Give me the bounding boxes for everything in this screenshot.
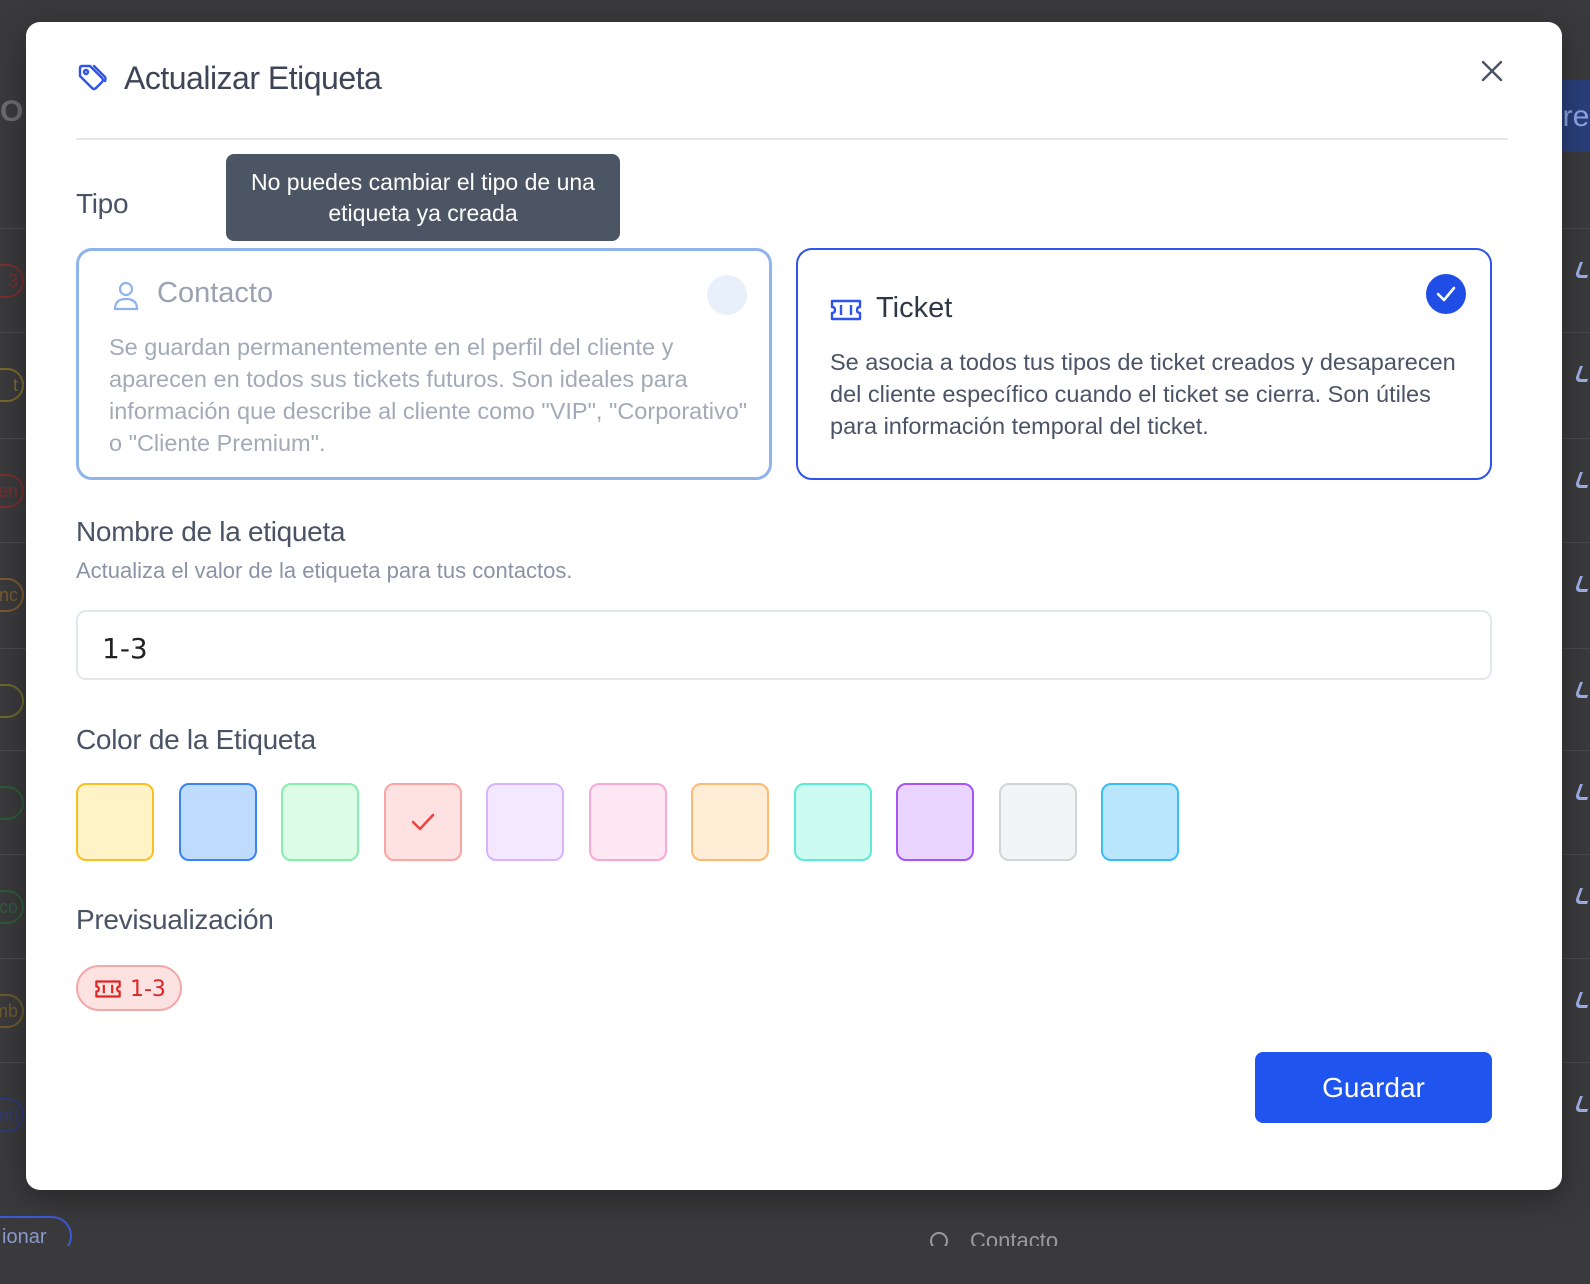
color-label: Color de la Etiqueta	[76, 724, 316, 755]
color-swatch-sky[interactable]	[1101, 783, 1179, 861]
color-swatch-yellow[interactable]	[76, 783, 154, 861]
tag-name-input[interactable]: 1-3	[76, 610, 1492, 680]
name-label: Nombre de la etiqueta	[76, 516, 346, 547]
pencil-icon	[1574, 576, 1590, 592]
name-hint: Actualiza el valor de la etiqueta para t…	[76, 558, 573, 583]
pencil-icon	[1574, 366, 1590, 382]
type-option-contact-radio[interactable]	[707, 275, 747, 315]
pencil-icon	[1574, 888, 1590, 904]
background-row-divider	[0, 854, 26, 855]
modal-header: Actualizar Etiqueta	[76, 60, 1508, 140]
pencil-icon	[1574, 1096, 1590, 1112]
type-option-ticket[interactable]: Ticket Se asocia a todos tus tipos de ti…	[796, 248, 1492, 480]
background-tag-chip: en	[0, 474, 24, 508]
color-swatch-gray[interactable]	[998, 783, 1077, 861]
preview-tag-chip: 1-3	[76, 965, 182, 1011]
color-swatch-pink[interactable]	[588, 783, 667, 861]
background-tag-chip: co	[0, 890, 24, 924]
tag-icon	[78, 64, 107, 91]
pencil-icon	[1574, 682, 1590, 698]
background-bottom-bar	[0, 1246, 1590, 1284]
color-swatch-blue[interactable]	[178, 783, 257, 861]
color-swatch-teal[interactable]	[793, 783, 872, 861]
background-row-divider	[0, 648, 26, 649]
background-row-divider	[0, 438, 26, 439]
color-swatch-purple[interactable]	[896, 783, 974, 861]
color-swatch-green[interactable]	[281, 783, 359, 861]
update-tag-modal: Actualizar Etiqueta Tipo No puedes cambi…	[26, 22, 1562, 1190]
type-label: Tipo	[76, 188, 129, 219]
background-tag-chip	[0, 684, 24, 718]
background-tag-chip: 3	[0, 264, 24, 298]
pencil-icon	[1574, 262, 1590, 278]
ticket-icon	[95, 980, 121, 998]
type-option-ticket-title: Ticket	[876, 292, 953, 324]
background-row-divider	[0, 1062, 26, 1063]
preview-tag-text: 1-3	[130, 977, 166, 1002]
color-swatch-orange[interactable]	[691, 783, 769, 861]
user-icon	[113, 281, 139, 311]
type-option-contact[interactable]: Contacto Se guardan permanentemente en e…	[76, 248, 772, 480]
background-tag-chip	[0, 786, 24, 820]
color-swatch-lavender[interactable]	[486, 783, 564, 861]
background-letter: O	[0, 95, 24, 128]
pencil-icon	[1574, 992, 1590, 1008]
background-row-divider	[0, 958, 26, 959]
pencil-icon	[1574, 784, 1590, 800]
background-tag-chip: nc	[0, 578, 24, 612]
background-tag-chip: t	[0, 368, 24, 402]
modal-title: Actualizar Etiqueta	[124, 60, 382, 96]
background-row-divider	[0, 332, 26, 333]
background-tag-chip: nti	[0, 1098, 24, 1132]
pencil-icon	[1574, 472, 1590, 488]
ticket-icon	[830, 299, 862, 321]
type-option-ticket-description: Se asocia a todos tus tipos de ticket cr…	[830, 349, 1456, 439]
preview-label: Previsualización	[76, 904, 274, 935]
check-icon	[411, 813, 434, 831]
type-option-contact-description: Se guardan permanentemente en el perfil …	[109, 334, 748, 456]
save-button[interactable]: Guardar	[1255, 1052, 1492, 1123]
type-tooltip: No puedes cambiar el tipo de una etiquet…	[226, 154, 620, 241]
background-row-divider	[0, 228, 26, 229]
close-icon[interactable]	[1479, 58, 1505, 84]
selected-check-icon	[1426, 274, 1466, 314]
color-swatch-red[interactable]	[383, 783, 462, 861]
type-option-contact-title: Contacto	[157, 277, 274, 309]
background-tag-chip: mb	[0, 994, 24, 1028]
background-row-divider	[0, 750, 26, 751]
background-row-divider	[0, 542, 26, 543]
